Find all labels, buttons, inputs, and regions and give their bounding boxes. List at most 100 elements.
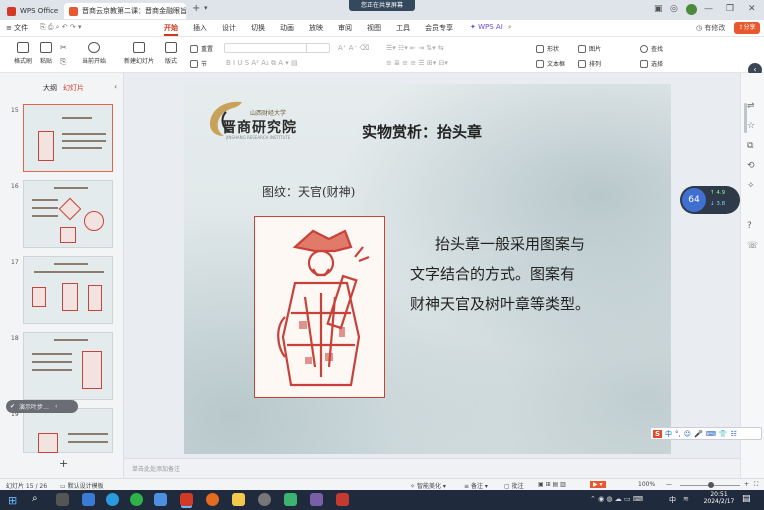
ime-menu-icon[interactable]: ☷: [731, 430, 737, 438]
network-speed-widget[interactable]: 64 ↑ 4.9 ↓ 3.8: [680, 186, 740, 214]
tab-list-icon[interactable]: ▾: [204, 4, 208, 12]
wifi-icon[interactable]: ≋: [683, 495, 689, 503]
quick-access-icons[interactable]: ⎘ ⎙ ⌕ ↶ ↷ ▾: [40, 23, 82, 32]
tray-icons[interactable]: ⌃ ◉ ◍ ☁ ▭ ⌨: [590, 495, 643, 503]
shape-button[interactable]: 形状: [536, 44, 559, 53]
wps-taskbar-icon[interactable]: [180, 493, 193, 506]
close-window-icon[interactable]: ✕: [748, 4, 756, 14]
copy-icon[interactable]: ⎘: [60, 57, 66, 67]
play-button[interactable]: ▶ ▾: [590, 481, 606, 488]
stamp-image[interactable]: [254, 216, 385, 398]
ime-punct-icon[interactable]: °,: [675, 430, 681, 438]
ime-language[interactable]: 中: [665, 429, 672, 439]
clock[interactable]: 20:51 2024/2/17: [700, 491, 738, 505]
share-button[interactable]: ⇪分享: [734, 22, 760, 34]
comment-icon[interactable]: ☏: [747, 241, 758, 251]
find-button[interactable]: 查找: [640, 44, 663, 53]
picture-button[interactable]: 图片: [578, 44, 601, 53]
align-controls[interactable]: ≡ ≣ ≡ ≡ ☰ ⊞▾ ⊟▾: [386, 59, 448, 67]
notification-icon[interactable]: ▤: [742, 494, 751, 504]
font-size-controls[interactable]: A⁺ A⁻ ⌫: [338, 44, 369, 52]
menu-tools[interactable]: 工具: [396, 23, 410, 33]
slide-title[interactable]: 实物赏析：抬头章: [362, 121, 482, 142]
search-icon[interactable]: ⌕: [508, 23, 512, 32]
menu-wps-ai[interactable]: ✦ WPS AI: [470, 23, 503, 31]
star-icon[interactable]: ☆: [747, 121, 755, 131]
app-icon[interactable]: [258, 493, 271, 506]
tray-ime-lang[interactable]: 中: [669, 495, 676, 505]
design-template[interactable]: ▭ 默认设计模板: [60, 481, 104, 490]
scrollbar[interactable]: [744, 103, 747, 133]
notes-pane[interactable]: 单击此处添加备注: [124, 458, 740, 478]
view-mode-icons[interactable]: ▣ ⊞ ▤ ▥: [538, 481, 566, 488]
slide-thumb-16[interactable]: [23, 180, 113, 248]
slide-thumb-18[interactable]: [23, 332, 113, 400]
app-red-icon[interactable]: [336, 493, 349, 506]
ime-toolbar[interactable]: S 中 °, ☺ 🎤 ⌨ 👕 ☷: [650, 427, 762, 440]
cut-icon[interactable]: ✂: [60, 43, 67, 52]
pattern-caption[interactable]: 图纹：天官(财神): [262, 183, 355, 200]
notes-button[interactable]: ≡ 备注 ▾: [464, 481, 488, 490]
slide-thumb-15[interactable]: [23, 104, 113, 172]
slide-thumb-17[interactable]: [23, 256, 113, 324]
tab-wps-home[interactable]: WPS Office: [2, 3, 62, 19]
wechat-icon[interactable]: [130, 493, 143, 506]
layout-icon[interactable]: ▣: [654, 4, 663, 14]
folder-icon[interactable]: [232, 493, 245, 506]
tab-document[interactable]: 晋商云京教第二课：晋商金融眼旨 ×: [64, 3, 186, 19]
reset-button[interactable]: 重置: [190, 44, 213, 53]
zoom-level[interactable]: 100%: [638, 481, 655, 488]
firefox-icon[interactable]: [206, 493, 219, 506]
menu-file[interactable]: ≡ 文件: [6, 23, 28, 33]
slide-canvas[interactable]: 山西财经大学 晋商研究院 JINSHANG RESEARCH INSTITUTE…: [184, 84, 671, 454]
comment-button[interactable]: ▢ 批注: [504, 481, 524, 490]
list-controls[interactable]: ☰▾ ☷▾ ⇤ ⇥ ⇅▾ ⇆: [386, 44, 444, 52]
windows-start-icon[interactable]: ⊞: [8, 494, 17, 507]
menu-review[interactable]: 审阅: [338, 23, 352, 33]
zoom-out-icon[interactable]: —: [666, 481, 672, 488]
arrange-button[interactable]: 排列: [578, 59, 601, 68]
screen-share-banner[interactable]: 您正在共享屏幕: [349, 0, 415, 11]
description-text[interactable]: 抬头章一般采用图案与 文字结合的方式。图案有 财神天官及树叶章等类型。: [410, 229, 640, 319]
menu-view[interactable]: 视图: [367, 23, 381, 33]
collapse-thumbs-icon[interactable]: ‹: [114, 82, 117, 91]
mail-icon[interactable]: [82, 493, 95, 506]
ime-keyboard-icon[interactable]: ⌨: [706, 430, 716, 438]
maximize-icon[interactable]: ❐: [726, 4, 734, 14]
menu-start[interactable]: 开始: [164, 23, 178, 36]
font-size-select[interactable]: [306, 43, 330, 53]
menu-animation[interactable]: 动画: [280, 23, 294, 33]
avatar[interactable]: [686, 4, 697, 15]
format-painter-button[interactable]: 格式刷: [14, 42, 32, 65]
zoom-slider-handle[interactable]: [708, 482, 714, 488]
toast-notification[interactable]: ✔ 演示叶步… ‹: [6, 400, 78, 413]
edit-status[interactable]: ◷ 有修改: [696, 23, 725, 33]
settings-icon[interactable]: ⇌: [747, 101, 755, 111]
copy-icon[interactable]: ⧉: [747, 141, 753, 151]
layout-button[interactable]: 版式: [165, 42, 177, 65]
store-icon[interactable]: [154, 493, 167, 506]
help-icon[interactable]: ?: [747, 221, 752, 231]
zoom-in-icon[interactable]: +: [744, 481, 749, 488]
textbox-button[interactable]: 文本框: [536, 59, 565, 68]
play-from-current-button[interactable]: 当前开始: [82, 42, 106, 65]
new-slide-button[interactable]: 新建幻灯片: [124, 42, 154, 65]
skin-icon[interactable]: ◎: [670, 4, 678, 14]
tab-outline[interactable]: 大纲: [43, 83, 57, 93]
add-slide-icon[interactable]: +: [59, 457, 68, 470]
paste-button[interactable]: 粘贴: [40, 42, 52, 65]
fit-window-icon[interactable]: ⛶: [754, 481, 758, 489]
search-icon[interactable]: ⌕: [32, 493, 38, 504]
tab-slides[interactable]: 幻灯片: [63, 83, 84, 93]
animation-icon[interactable]: ✧: [747, 181, 755, 191]
app-green-icon[interactable]: [284, 493, 297, 506]
menu-transition[interactable]: 切换: [251, 23, 265, 33]
toast-collapse-icon[interactable]: ‹: [55, 403, 57, 410]
text-format-controls[interactable]: B I U S A² A₂ ⧉ A ▾ ▤: [226, 59, 298, 68]
beautify-button[interactable]: ✧ 智能美化 ▾: [410, 481, 446, 490]
menu-slideshow[interactable]: 放映: [309, 23, 323, 33]
section-button[interactable]: 节: [190, 59, 207, 68]
new-tab-icon[interactable]: +: [192, 3, 200, 14]
edge-icon[interactable]: [106, 493, 119, 506]
ime-emoji-icon[interactable]: ☺: [684, 430, 691, 438]
